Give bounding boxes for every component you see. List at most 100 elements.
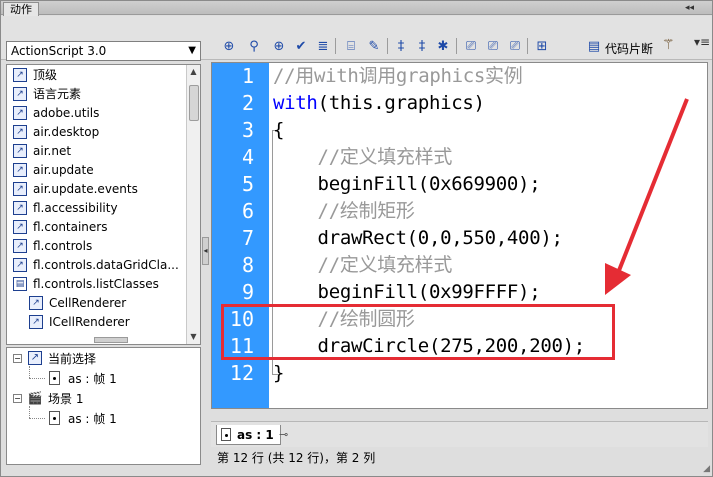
panel-menu-icon[interactable]: ▾≡	[694, 35, 710, 49]
list-item-label: ICellRenderer	[49, 314, 130, 329]
show-hide-toolbox-icon[interactable]: ⊞	[533, 37, 551, 55]
list-item[interactable]: ↗ air.desktop	[7, 122, 187, 141]
script-navigator-tree: − ↗ 当前选择 as : 帧 1 − 🎬 场景 1 as : 帧 1	[6, 347, 201, 465]
line-number: 8	[241, 253, 254, 277]
list-item-label: fl.accessibility	[33, 200, 118, 215]
line-number: 7	[241, 226, 254, 250]
check-syntax-icon[interactable]: ✔	[292, 37, 310, 55]
book-icon: ↗	[28, 351, 42, 365]
book-icon: ↗	[13, 105, 27, 120]
collapse-selection-icon[interactable]: ‡	[413, 37, 431, 55]
panel-title-bar: 动作 ◂◂	[1, 1, 712, 16]
auto-format-icon[interactable]: ≣	[314, 37, 332, 55]
code-text: (this.graphics)	[317, 92, 485, 114]
target-path-icon[interactable]: ⊕	[270, 37, 288, 55]
code-line: beginFill(0x99FFFF);	[273, 281, 541, 303]
book-icon: ↗	[13, 143, 27, 158]
tree-node-scene[interactable]: − 🎬 场景 1	[13, 389, 83, 407]
frame-script-icon	[221, 428, 231, 441]
panel-tab-actions[interactable]: 动作	[3, 2, 39, 16]
pin-script-icon[interactable]: ⊸	[279, 428, 288, 441]
collapse-toggle-icon[interactable]: −	[13, 393, 22, 403]
collapse-between-braces-icon[interactable]: ‡	[392, 37, 410, 55]
book-icon: ↗	[13, 67, 27, 82]
line-number: 5	[241, 172, 254, 196]
open-book-icon: ▤	[13, 276, 27, 291]
tree-node-label: as : 帧 1	[68, 411, 117, 426]
script-tab-as1[interactable]: as : 1	[216, 425, 281, 445]
scrollbar-thumb[interactable]	[189, 85, 199, 121]
line-number: 12	[229, 361, 254, 385]
book-icon: ↗	[13, 181, 27, 196]
list-item[interactable]: ↗ air.net	[7, 141, 187, 160]
code-snippets-icon[interactable]: ▤	[585, 37, 603, 55]
tree-node-label: 当前选择	[48, 351, 97, 366]
list-item-label: fl.controls	[33, 238, 93, 253]
chevron-down-icon: ▼	[188, 45, 196, 56]
tree-connector	[29, 378, 45, 379]
tree-node-current-frame[interactable]: as : 帧 1	[49, 369, 117, 387]
code-line: drawRect(0,0,550,400);	[273, 227, 563, 249]
code-line: {	[273, 119, 285, 141]
list-item[interactable]: ↗ adobe.utils	[7, 103, 187, 122]
scroll-up-icon[interactable]: ▲	[187, 65, 200, 79]
code-snippets-button[interactable]: 代码片断	[605, 40, 653, 57]
tree-node-label: as : 帧 1	[68, 371, 117, 386]
list-item[interactable]: ↗ ICellRenderer	[7, 312, 187, 331]
apply-line-comment-icon[interactable]: ⎚	[484, 37, 502, 55]
list-item-label: adobe.utils	[33, 105, 100, 120]
tree-node-scene-frame[interactable]: as : 帧 1	[49, 409, 117, 427]
code-hint-icon[interactable]: ⌸	[342, 37, 360, 55]
resize-grip-icon[interactable]: ◢	[703, 464, 710, 474]
toolbar-separator	[387, 38, 388, 54]
line-number: 6	[241, 199, 254, 223]
list-item[interactable]: ↗ 语言元素	[7, 84, 187, 103]
apply-block-comment-icon[interactable]: ⎚	[462, 37, 480, 55]
book-icon: ↗	[13, 200, 27, 215]
list-item[interactable]: ↗ CellRenderer	[7, 293, 187, 312]
list-item-label: CellRenderer	[49, 295, 127, 310]
list-item[interactable]: ↗ fl.controls.dataGridCla...	[7, 255, 187, 274]
splitter-grip[interactable]	[94, 337, 128, 343]
list-item[interactable]: ▤ fl.controls.listClasses	[7, 274, 187, 293]
actions-toolbox-list: ↗ 顶级 ↗ 语言元素 ↗ adobe.utils ↗ air.desktop ↗ air…	[6, 64, 201, 345]
list-item[interactable]: ↗ fl.containers	[7, 217, 187, 236]
tree-connector	[29, 418, 45, 419]
frame-script-icon	[49, 371, 60, 385]
collapse-toggle-icon[interactable]: −	[13, 353, 22, 363]
script-assist-wand-icon[interactable]: ⚚	[662, 37, 675, 53]
toolbox-scrollbar[interactable]: ▲ ▼	[186, 65, 200, 344]
list-item[interactable]: ↗ fl.controls	[7, 236, 187, 255]
line-number: 9	[241, 280, 254, 304]
book-icon: ↗	[29, 295, 43, 310]
panel-collapse-handle[interactable]: ◂	[202, 237, 209, 265]
find-icon[interactable]: ⚲	[245, 37, 263, 55]
left-panel-splitter[interactable]	[6, 337, 201, 344]
toolbar-separator	[456, 38, 457, 54]
list-item[interactable]: ↗ air.update.events	[7, 179, 187, 198]
book-icon: ↗	[29, 314, 43, 329]
code-line: //用with调用graphics实例	[273, 65, 523, 87]
list-item-label: air.net	[33, 143, 72, 158]
list-item-label: air.update	[33, 162, 94, 177]
book-icon: ↗	[13, 86, 27, 101]
tree-node-current-selection[interactable]: − ↗ 当前选择	[13, 349, 96, 367]
list-item-label: 语言元素	[33, 87, 82, 101]
clapperboard-icon: 🎬	[27, 391, 43, 405]
debug-options-icon[interactable]: ✎	[365, 37, 383, 55]
list-item[interactable]: ↗ fl.accessibility	[7, 198, 187, 217]
remove-comment-icon[interactable]: ⎚	[506, 37, 524, 55]
list-item[interactable]: ↗ air.update	[7, 160, 187, 179]
expand-all-icon[interactable]: ✱	[434, 37, 452, 55]
list-item[interactable]: ↗ 顶级	[7, 65, 187, 84]
add-statement-icon[interactable]: ⊕	[220, 37, 238, 55]
actionscript-version-select[interactable]: ActionScript 3.0 ▼	[6, 41, 201, 61]
code-line: //绘制矩形	[273, 200, 415, 222]
list-item-label: 顶级	[33, 68, 58, 82]
script-tab-label: as : 1	[237, 427, 274, 442]
collapse-panel-icon[interactable]: ◂◂	[685, 1, 694, 15]
book-icon: ↗	[13, 219, 27, 234]
code-line: beginFill(0x669900);	[273, 173, 541, 195]
code-line: }	[273, 362, 285, 384]
annotation-highlight-box	[221, 304, 615, 360]
